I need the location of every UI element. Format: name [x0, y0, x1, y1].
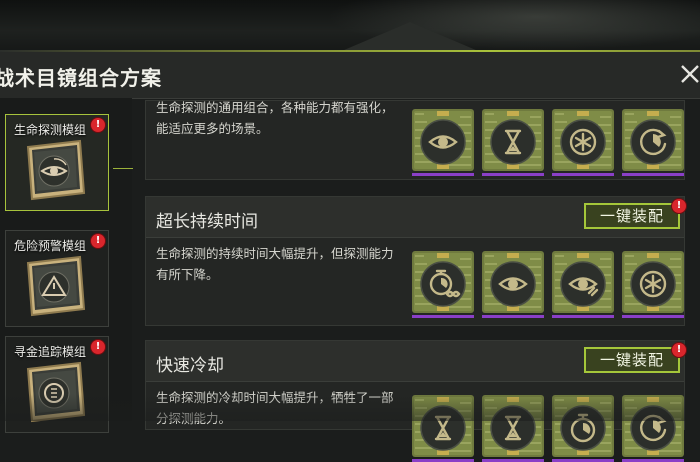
- rarity-bar: [622, 315, 684, 318]
- plan-description: 生命探测的通用组合，各种能力都有强化，能适应更多的场景。: [156, 100, 394, 136]
- module-label: 危险预警模组: [14, 239, 87, 253]
- window-titlebar: 战术目镜组合方案: [0, 52, 700, 99]
- eye-scan-icon[interactable]: [412, 109, 474, 176]
- background-scene: [0, 0, 700, 56]
- module-slot-1[interactable]: 生命探测模组 !: [5, 114, 109, 211]
- snowflake-icon[interactable]: [552, 109, 614, 176]
- one-click-equip-button[interactable]: 一键装配: [584, 203, 680, 229]
- close-button[interactable]: [676, 60, 700, 88]
- rarity-bar: [552, 315, 614, 318]
- alert-badge: !: [91, 118, 105, 132]
- eye-scan-plus-icon[interactable]: [552, 251, 614, 318]
- rarity-bar: [412, 173, 474, 176]
- plan-card-2: 超长持续时间 一键装配 ! 生命探测的持续时间大幅提升，但探测能力有所下降。: [145, 196, 686, 326]
- rarity-bar: [622, 173, 684, 176]
- alert-badge: !: [672, 199, 686, 213]
- rarity-bar: [482, 315, 544, 318]
- selected-connector-line: [113, 168, 133, 169]
- alert-badge: !: [672, 343, 686, 357]
- snowflake-icon[interactable]: [622, 251, 684, 318]
- one-click-equip-button[interactable]: 一键装配: [584, 347, 680, 373]
- plan-card-1: 生命探测的通用组合，各种能力都有强化，能适应更多的场景。: [145, 100, 685, 180]
- module-label: 寻金追踪模组: [14, 345, 87, 359]
- module-slot-2[interactable]: 危险预警模组 !: [5, 230, 109, 327]
- plan-header: 超长持续时间 一键装配 !: [146, 197, 686, 238]
- plan-title: 超长持续时间: [156, 212, 258, 232]
- rarity-bar: [552, 173, 614, 176]
- plan-title: 快速冷却: [156, 356, 224, 376]
- close-x-icon: [681, 65, 699, 83]
- eye-scan-icon[interactable]: [482, 251, 544, 318]
- module-label: 生命探测模组: [14, 123, 87, 137]
- stopwatch-infinity-icon[interactable]: [412, 251, 474, 318]
- plan-description: 生命探测的持续时间大幅提升，但探测能力有所下降。: [156, 246, 394, 282]
- rarity-bar: [412, 315, 474, 318]
- plan-header: 快速冷却 一键装配 !: [146, 341, 686, 382]
- hourglass-icon[interactable]: [482, 109, 544, 176]
- bottom-fade: [0, 394, 700, 421]
- warning-chip-icon: [18, 253, 90, 321]
- alert-badge: !: [91, 234, 105, 248]
- window-title: 战术目镜组合方案: [0, 66, 162, 90]
- rarity-bar: [482, 173, 544, 176]
- eye-scan-chip-icon: [18, 137, 90, 205]
- alert-badge: !: [91, 340, 105, 354]
- cooldown-clock-icon[interactable]: [622, 109, 684, 176]
